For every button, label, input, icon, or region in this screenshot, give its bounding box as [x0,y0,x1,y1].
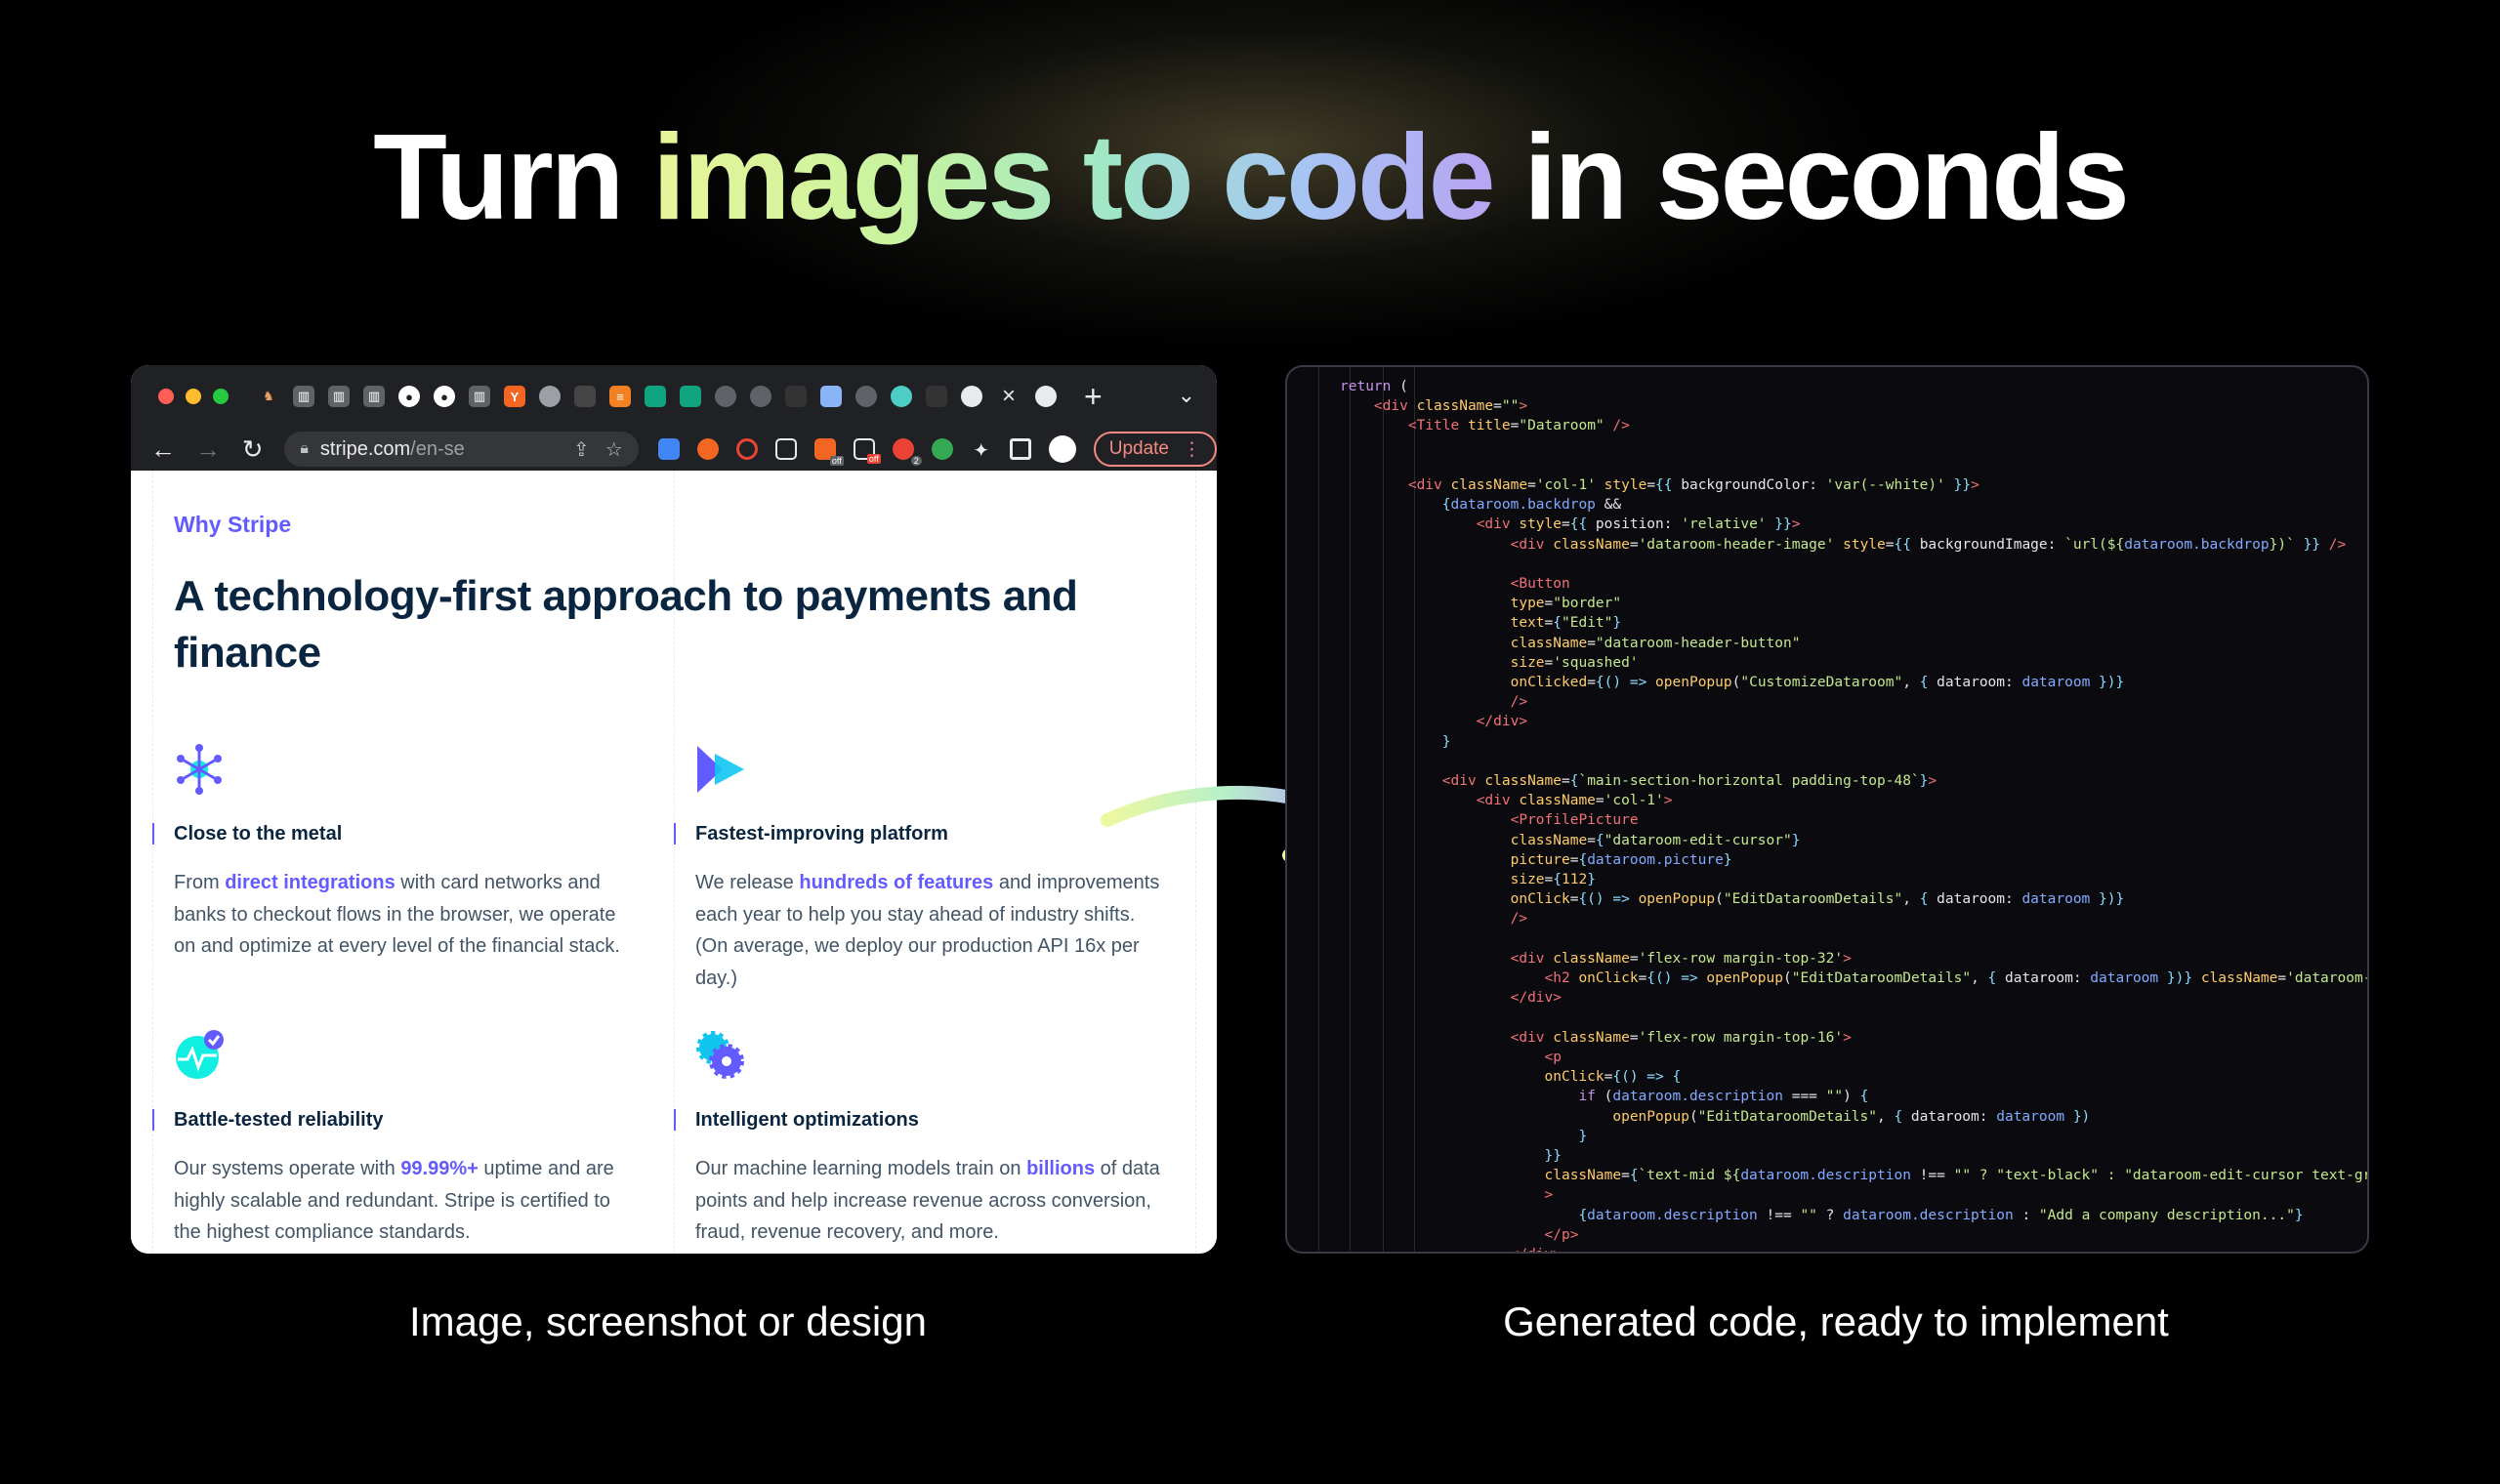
github-tab-icon[interactable]: ● [398,386,420,407]
record-extension-icon[interactable] [735,438,758,460]
feature-body: Our systems operate with 99.99%+ uptime … [174,1158,614,1243]
github-tab-icon[interactable]: ● [434,386,455,407]
feature-link[interactable]: hundreds of features [799,872,993,893]
chrome-tab-icon[interactable] [1035,386,1058,407]
chrome-tab-icon[interactable] [539,386,561,407]
headline-highlight: images to code [651,110,1496,245]
network-icon [177,744,222,795]
extension-icon[interactable]: off [853,438,881,464]
feature-body: From direct integrations with card netwo… [174,872,620,957]
headline-part2: in seconds [1492,110,2130,245]
extension-icon[interactable]: off [813,438,844,466]
tab-favicon-icon[interactable]: ▥ [469,386,490,407]
tab-favicon-icon[interactable] [820,386,842,407]
feature-card: Battle-tested reliability Our systems op… [152,1030,643,1249]
minimize-window-button[interactable] [186,389,201,404]
bookmark-star-icon[interactable]: ☆ [605,437,623,462]
window-controls [158,389,229,404]
feature-body: We release hundreds of features and impr… [695,872,1160,989]
headline: Turn images to code in seconds [0,109,2500,246]
apple-tab-icon[interactable] [574,386,596,407]
feature-link[interactable]: billions [1026,1158,1095,1179]
chrome-tab-icon[interactable] [961,386,982,407]
caption-right: Generated code, ready to implement [1503,1298,2169,1344]
section-title: A technology-first approach to payments … [174,572,1078,677]
stackoverflow-tab-icon[interactable]: ≡ [609,386,631,407]
fast-forward-icon [697,746,744,793]
tab-favicon-icon[interactable]: ▥ [328,386,350,407]
caption-left: Image, screenshot or design [409,1298,927,1344]
section-eyebrow: Why Stripe [174,512,292,537]
tab-search-chevron-icon[interactable]: ⌄ [1178,383,1195,408]
openai-tab-icon[interactable] [680,386,701,407]
update-label: Update [1108,438,1169,459]
share-icon[interactable]: ⇪ [573,437,590,462]
stripe-page: Why Stripe A technology-first approach t… [131,471,1217,1254]
feature-title: Battle-tested reliability [152,1109,643,1132]
close-window-button[interactable] [158,389,174,404]
openai-tab-icon[interactable] [645,386,666,407]
feature-link[interactable]: direct integrations [225,872,395,893]
tab-favicon-icon[interactable]: ▥ [293,386,314,407]
headline-part1: Turn [373,110,652,245]
reload-button[interactable]: ↻ [240,434,265,465]
feature-title: Intelligent optimizations [674,1109,1164,1132]
tab-favicon-icon[interactable] [926,386,947,407]
profile-avatar[interactable] [1048,435,1076,463]
lock-icon: 🔒︎ [300,440,309,457]
tab-favicon-icon[interactable]: ♞ [258,386,279,407]
tab-favicon-icon[interactable] [785,386,807,407]
extension-icon[interactable] [931,438,953,460]
feature-card: Intelligent optimizations Our machine le… [674,1030,1164,1249]
url-host: stripe.com [319,437,411,460]
feature-link[interactable]: 99.99%+ [400,1158,479,1179]
side-panel-icon[interactable] [1009,438,1031,460]
globe-tab-icon[interactable] [715,386,736,407]
more-vertical-icon: ⋮ [1183,438,1201,460]
back-button[interactable]: ← [150,434,176,465]
extension-icon[interactable]: 2 [892,438,922,466]
extension-icon[interactable] [774,438,797,460]
feature-card: Close to the metal From direct integrati… [152,744,643,963]
tab-favicon-icon[interactable]: ▥ [363,386,385,407]
url-path: /en-se [410,437,465,460]
indent-guide [1318,367,1319,1252]
puzzle-extensions-icon[interactable]: ✦ [971,438,992,462]
ycombinator-tab-icon[interactable]: Y [504,386,525,407]
gears-icon [696,1031,744,1079]
grid-guide [152,471,153,1254]
close-tab-icon[interactable]: × [1002,383,1016,410]
browser-toolbar: ← → ↻ 🔒︎ stripe.com/en-se ⇪ ☆ off off 2 [131,428,1217,471]
maximize-window-button[interactable] [213,389,229,404]
tab-favicon-icon[interactable] [891,386,912,407]
extension-icon[interactable] [696,438,719,460]
browser-window: ♞ ▥ ▥ ▥ ● ● ▥ Y ≡ × + ⌄ ← → ↻ 🔒︎ stripe.… [131,365,1217,1254]
heartbeat-check-icon [176,1030,224,1079]
globe-tab-icon[interactable] [750,386,771,407]
feature-body: Our machine learning models train on bil… [695,1158,1160,1243]
extensions-bar: off off 2 ✦ Update ⋮ [657,432,1217,467]
globe-tab-icon[interactable] [855,386,877,407]
forward-button[interactable]: → [195,434,221,465]
new-tab-button[interactable]: + [1084,379,1103,415]
tab-strip: ♞ ▥ ▥ ▥ ● ● ▥ Y ≡ × + ⌄ [131,365,1217,428]
translate-extension-icon[interactable] [657,438,680,460]
address-bar[interactable]: 🔒︎ stripe.com/en-se ⇪ ☆ [284,432,639,467]
browser-chrome: ♞ ▥ ▥ ▥ ● ● ▥ Y ≡ × + ⌄ ← → ↻ 🔒︎ stripe.… [131,365,1217,471]
feature-title: Close to the metal [152,823,643,845]
generated-code: return ( <div className=""> <Title title… [1340,379,2367,1252]
code-editor-panel: return ( <div className=""> <Title title… [1285,365,2369,1254]
update-button[interactable]: Update ⋮ [1093,432,1217,467]
